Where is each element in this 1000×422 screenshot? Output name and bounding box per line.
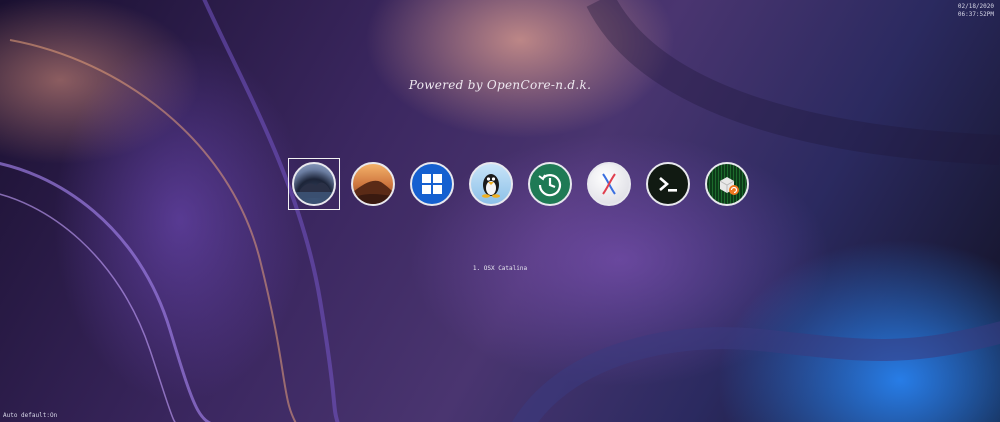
boot-entry-time-machine[interactable] xyxy=(524,158,576,210)
boot-entry-reset-nvram[interactable] xyxy=(701,158,753,210)
time-machine-icon xyxy=(528,162,572,206)
boot-entry-linux[interactable] xyxy=(465,158,517,210)
auto-default-status: Auto default:On xyxy=(3,412,58,419)
boot-entry-windows[interactable] xyxy=(406,158,458,210)
macos-x-icon xyxy=(587,162,631,206)
windows-icon xyxy=(410,162,454,206)
terminal-shell-icon xyxy=(646,162,690,206)
catalina-icon xyxy=(292,162,336,206)
selected-entry-label: 1. OSX Catalina xyxy=(472,265,528,272)
mojave-icon xyxy=(351,162,395,206)
clock: 02/18/2020 06:37:52PM xyxy=(958,3,994,19)
boot-entry-list xyxy=(288,158,753,210)
wallpaper-swirl xyxy=(0,0,1000,422)
boot-entry-macos-installer[interactable] xyxy=(583,158,635,210)
boot-entry-shell[interactable] xyxy=(642,158,694,210)
clock-time: 06:37:52PM xyxy=(957,11,994,18)
reset-nvram-icon xyxy=(705,162,749,206)
linux-tux-icon xyxy=(469,162,513,206)
boot-entry-catalina[interactable] xyxy=(288,158,340,210)
clock-date: 02/18/2020 xyxy=(957,3,994,10)
boot-entry-mojave[interactable] xyxy=(347,158,399,210)
boot-title: Powered by OpenCore-n.d.k. xyxy=(408,78,592,92)
